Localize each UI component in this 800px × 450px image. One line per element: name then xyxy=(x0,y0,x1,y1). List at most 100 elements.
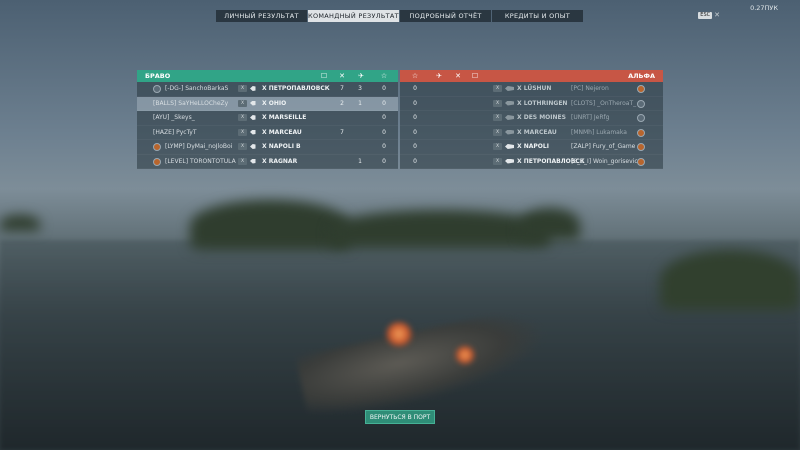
player-row[interactable]: [AYU] _Skeys_ X X MARSEILLE 0 xyxy=(137,111,398,126)
tab-personal-result[interactable]: ЛИЧНЫЙ РЕЗУЛЬТАТ xyxy=(216,10,307,22)
stat-kills: 2 xyxy=(340,99,344,107)
player-row[interactable]: [HAZE] PycTyT X X MARCEAU 7 0 xyxy=(137,125,398,140)
player-name: [LEVEL] TORONTOTULA xyxy=(165,157,236,165)
stat-score: 0 xyxy=(413,114,417,121)
stat-kills: 7 xyxy=(340,128,344,136)
team-alfa-header: ☆ ✈ ✕ ☐ АЛЬФА xyxy=(400,70,663,82)
base-capture-icon: ☐ xyxy=(320,72,328,80)
tier-badge: X xyxy=(238,143,247,150)
tier-badge: X xyxy=(238,128,247,136)
player-row[interactable]: 0 X X NAPOLI [ZALP] Fury_of_Game xyxy=(400,140,663,155)
stat-kills: 7 xyxy=(340,85,344,92)
team-alfa-panel: ☆ ✈ ✕ ☐ АЛЬФА 0 X X LÜSHUN [PC] Nejeron … xyxy=(400,70,663,169)
player-name: [-DG-] SanchoBarkaS xyxy=(165,85,229,92)
tab-team-result[interactable]: КОМАНДНЫЙ РЕЗУЛЬТАТ xyxy=(308,10,399,22)
stat-planes: 1 xyxy=(358,99,362,107)
close-icon[interactable]: ✕ xyxy=(714,12,720,19)
player-name: [S_E_I] Woin_gorisevic xyxy=(571,157,638,165)
ship-class-icon xyxy=(505,115,514,120)
player-row[interactable]: [LEVEL] TORONTOTULA X X RAGNAR 1 0 xyxy=(137,154,398,169)
rank-icon xyxy=(637,128,645,137)
player-name: [ZALP] Fury_of_Game xyxy=(571,143,636,150)
tier-badge: X xyxy=(493,114,502,121)
player-name: [MNMh] Lukamaka xyxy=(571,128,627,136)
island-background xyxy=(330,210,550,248)
tier-badge: X xyxy=(493,85,502,92)
tier-badge: X xyxy=(493,99,502,107)
rank-icon xyxy=(153,157,161,166)
team-name: БРАВО xyxy=(145,72,171,80)
esc-key-badge: ESC xyxy=(698,12,713,19)
player-row[interactable]: [LYMP] DyMai_noJloBoi X X NAPOLI B 0 xyxy=(137,140,398,155)
tier-badge: X xyxy=(493,157,502,165)
stat-score: 0 xyxy=(413,157,417,165)
stat-score: 0 xyxy=(382,143,386,150)
player-row[interactable]: 0 X X MARCEAU [MNMh] Lukamaka xyxy=(400,125,663,140)
player-row[interactable]: [-DG-] SanchoBarkaS X X ПЕТРОПАВЛОВСК 7 … xyxy=(137,82,398,97)
player-name: [UNRT] JeRfg xyxy=(571,114,610,121)
ship-class-icon xyxy=(505,86,514,91)
stat-score: 0 xyxy=(382,157,386,165)
player-name: [HAZE] PycTyT xyxy=(153,128,197,136)
ship-class-icon xyxy=(250,129,259,135)
player-row[interactable]: 0 X X ПЕТРОПАВЛОВСК [S_E_I] Woin_gorisev… xyxy=(400,154,663,169)
ship-name: X LÜSHUN xyxy=(517,85,552,92)
island-background xyxy=(520,208,580,240)
ship-name: X DES MOINES xyxy=(517,114,566,121)
rank-icon xyxy=(637,157,645,166)
ship-class-icon xyxy=(250,115,259,120)
ship-class-icon xyxy=(505,158,514,164)
stat-score: 0 xyxy=(413,99,417,107)
team-bravo-panel: БРАВО ☐ ✕ ✈ ☆ [-DG-] SanchoBarkaS X X ПЕ… xyxy=(137,70,398,169)
ship-class-icon xyxy=(505,100,514,106)
tab-credits-and-xp[interactable]: КРЕДИТЫ И ОПЫТ xyxy=(492,10,583,22)
stat-planes: 3 xyxy=(358,85,362,92)
rank-icon xyxy=(153,143,161,151)
esc-close-hint[interactable]: ESC ✕ xyxy=(698,12,720,19)
stat-score: 0 xyxy=(413,85,417,92)
stat-score: 0 xyxy=(413,128,417,136)
ship-class-icon xyxy=(250,100,259,106)
stat-score: 0 xyxy=(382,114,386,121)
tier-badge: X xyxy=(238,114,247,121)
stat-planes: 1 xyxy=(358,157,362,165)
credits-readout: 0.27ПУК xyxy=(750,4,778,12)
island-background xyxy=(660,250,800,310)
return-to-port-button[interactable]: ВЕРНУТЬСЯ В ПОРТ xyxy=(365,410,435,424)
player-name: [CLOTS] _OnTheroaT_ xyxy=(571,99,637,107)
tier-badge: X xyxy=(493,128,502,136)
ship-name: X LOTHRINGEN xyxy=(517,99,568,107)
tier-badge: X xyxy=(238,157,247,165)
tab-detailed-report[interactable]: ПОДРОБНЫЙ ОТЧЁТ xyxy=(400,10,491,22)
island-background xyxy=(190,200,350,250)
ship-name: X MARCEAU xyxy=(262,128,302,136)
player-row[interactable]: 0 X X LÜSHUN [PC] Nejeron xyxy=(400,82,663,97)
player-name: [AYU] _Skeys_ xyxy=(153,114,195,121)
score-star-icon: ☆ xyxy=(380,72,388,80)
ship-class-icon xyxy=(505,144,514,149)
player-row[interactable]: 0 X X DES MOINES [UNRT] JeRfg xyxy=(400,111,663,126)
battle-background xyxy=(0,0,800,450)
rank-icon xyxy=(637,85,645,93)
ship-name: X MARSEILLE xyxy=(262,114,307,121)
ship-class-icon xyxy=(250,158,259,164)
stat-score: 0 xyxy=(413,143,417,150)
player-row[interactable]: 0 X X LOTHRINGEN [CLOTS] _OnTheroaT_ xyxy=(400,96,663,111)
result-tabs: ЛИЧНЫЙ РЕЗУЛЬТАТ КОМАНДНЫЙ РЕЗУЛЬТАТ ПОД… xyxy=(216,10,583,22)
player-name: [PC] Nejeron xyxy=(571,85,609,92)
ship-name: X OHIO xyxy=(262,99,287,107)
kills-icon: ✕ xyxy=(339,72,345,80)
team-name: АЛЬФА xyxy=(628,72,655,80)
island-background xyxy=(0,215,40,231)
ship-class-icon xyxy=(505,129,514,135)
tier-badge: X xyxy=(238,85,247,92)
tier-badge: X xyxy=(238,99,247,107)
ship-class-icon xyxy=(250,86,259,91)
ship-name: X MARCEAU xyxy=(517,128,557,136)
player-name: [BALLS] SaYHeLLOCheZy xyxy=(153,99,229,107)
player-row[interactable]: [BALLS] SaYHeLLOCheZy X X OHIO 2 1 0 xyxy=(137,96,398,111)
tier-badge: X xyxy=(493,143,502,150)
rank-icon xyxy=(637,143,645,151)
fire-effect xyxy=(385,322,413,346)
rank-icon xyxy=(153,85,161,93)
